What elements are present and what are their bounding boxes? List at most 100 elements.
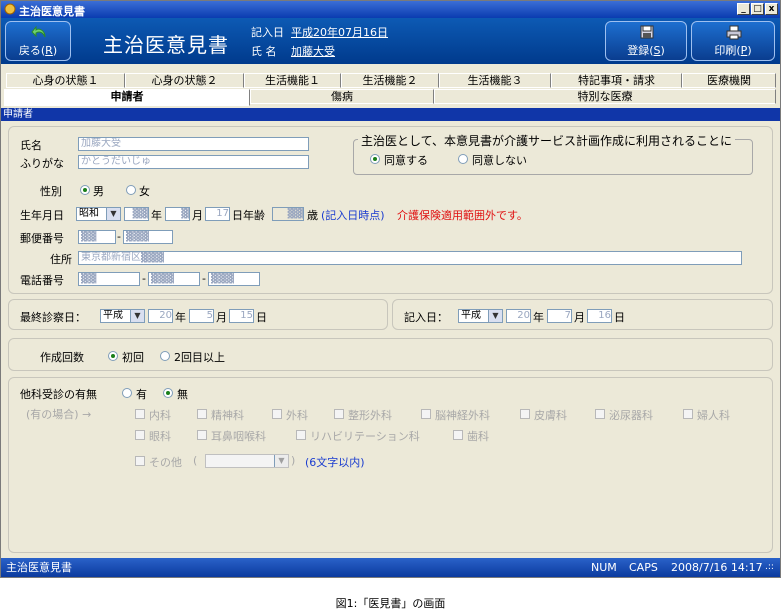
write-date-label: 記入日： — [404, 311, 448, 324]
gender-female-label: 女 — [139, 185, 150, 198]
back-label-end: ) — [52, 44, 58, 57]
other-dept-label: 他科受診の有無 — [20, 388, 97, 401]
status-caps: CAPS — [629, 561, 658, 574]
write-era-select[interactable]: 平成 ▼ — [458, 309, 503, 323]
dept-other-checkbox[interactable] — [135, 456, 145, 466]
app-title: 主治医意見書 — [103, 33, 229, 57]
other-dept-panel: 他科受診の有無 有 無 (有の場合) → 内科 精神科 外科 整形外科 脳神経外… — [8, 377, 773, 553]
tab-life-function-2[interactable]: 生活機能２ — [341, 73, 439, 88]
age-display: ▓▓ — [272, 207, 304, 221]
dept-other-select[interactable]: ▼ — [205, 454, 289, 468]
chevron-down-icon: ▼ — [488, 310, 502, 322]
consent-agree-radio[interactable] — [370, 154, 380, 164]
other-dept-note: (有の場合) → — [26, 408, 92, 421]
gender-female-radio[interactable] — [126, 185, 136, 195]
birth-month-input[interactable]: ▓ — [165, 207, 190, 221]
last-exam-era-select[interactable]: 平成 ▼ — [100, 309, 145, 323]
write-month-input[interactable]: 7 — [547, 309, 572, 323]
phone-1-input[interactable]: ▓▓ — [78, 272, 140, 286]
postal-code-1-input[interactable]: ▓▓ — [78, 230, 116, 244]
last-exam-year-label: 年 — [175, 311, 186, 324]
other-dept-no-radio[interactable] — [163, 388, 173, 398]
last-exam-year-input[interactable]: 20 — [148, 309, 173, 323]
tab-special-medical[interactable]: 特別な医療 — [434, 89, 776, 104]
write-era-value: 平成 — [461, 310, 481, 321]
dept-ophthalmology-label: 眼科 — [149, 430, 171, 443]
kana-input[interactable]: かとうだいじゅ — [78, 155, 309, 169]
birth-year-input[interactable]: ▓▓ — [124, 207, 149, 221]
consent-group: 主治医として、本意見書が介護サービス計画作成に利用されることに 同意する 同意し… — [353, 132, 753, 175]
maximize-button[interactable]: □ — [751, 3, 764, 15]
close-button[interactable]: x — [765, 3, 778, 15]
dept-orthopedics-label: 整形外科 — [348, 409, 392, 422]
creation-first-radio[interactable] — [108, 351, 118, 361]
resize-grip-icon[interactable]: .:: — [765, 558, 774, 577]
phone-3-input[interactable]: ▓▓▓ — [208, 272, 260, 286]
write-year-label: 年 — [533, 311, 544, 324]
address-input[interactable]: 東京都新宿区▓▓▓ — [78, 251, 742, 265]
creation-second-label: 2回目以上 — [174, 351, 225, 364]
write-day-input[interactable]: 16 — [587, 309, 612, 323]
last-exam-label: 最終診察日： — [20, 311, 86, 324]
dept-urology-checkbox[interactable] — [595, 409, 605, 419]
dept-ent-checkbox[interactable] — [197, 430, 207, 440]
dept-dentistry-checkbox[interactable] — [453, 430, 463, 440]
tab-applicant[interactable]: 申請者 — [4, 89, 250, 106]
last-exam-month-input[interactable]: 5 — [189, 309, 214, 323]
print-button[interactable]: 印刷(P) — [691, 21, 775, 61]
back-arrow-icon — [31, 25, 46, 38]
tab-disease[interactable]: 傷病 — [250, 89, 434, 104]
gender-male-radio[interactable] — [80, 185, 90, 195]
consent-legend: 主治医として、本意見書が介護サービス計画作成に利用されることに — [358, 132, 736, 149]
title-bar: 主治医意見書 _ □ x — [1, 1, 780, 18]
dept-rehabilitation-checkbox[interactable] — [296, 430, 306, 440]
creation-second-radio[interactable] — [160, 351, 170, 361]
register-button[interactable]: 登録(S) — [605, 21, 687, 61]
name-label: 氏名 — [20, 139, 42, 152]
last-exam-era-value: 平成 — [103, 310, 123, 321]
print-label-end: ) — [747, 44, 752, 57]
section-header: 申請者 — [1, 108, 780, 121]
app-window: 主治医意見書 _ □ x 戻る(R) 主治医意見書 記入日 平成20年07月16… — [0, 0, 781, 578]
tab-mental-physical-1[interactable]: 心身の状態１ — [6, 73, 125, 88]
birth-era-select[interactable]: 昭和 ▼ — [76, 207, 121, 221]
dept-psychiatry-checkbox[interactable] — [197, 409, 207, 419]
chevron-down-icon: ▼ — [106, 208, 120, 220]
write-date-panel: 記入日： 平成 ▼ 20 年 7 月 16 日 — [392, 299, 773, 330]
other-dept-yes-radio[interactable] — [122, 388, 132, 398]
tab-life-function-1[interactable]: 生活機能１ — [244, 73, 341, 88]
dept-dermatology-checkbox[interactable] — [520, 409, 530, 419]
birth-day-input[interactable]: 17 — [205, 207, 230, 221]
consent-disagree-radio[interactable] — [458, 154, 468, 164]
chevron-down-icon: ▼ — [130, 310, 144, 322]
tab-special-notes[interactable]: 特記事項・請求 — [551, 73, 682, 88]
applicant-panel: 氏名 加藤大受 ふりがな かとうだいじゅ 主治医として、本意見書が介護サービス計… — [8, 126, 773, 294]
postal-label: 郵便番号 — [20, 232, 64, 245]
write-year-input[interactable]: 20 — [506, 309, 531, 323]
printer-icon — [726, 25, 742, 40]
back-button[interactable]: 戻る(R) — [5, 21, 71, 61]
figure-caption: 図1:「医見書」の画面 — [335, 597, 446, 610]
tab-medical-institution[interactable]: 医療機関 — [682, 73, 776, 88]
postal-code-2-input[interactable]: ▓▓▓ — [123, 230, 173, 244]
tab-life-function-3[interactable]: 生活機能３ — [439, 73, 551, 88]
dept-neurosurgery-checkbox[interactable] — [421, 409, 431, 419]
dept-orthopedics-checkbox[interactable] — [334, 409, 344, 419]
dept-surgery-checkbox[interactable] — [272, 409, 282, 419]
age-unit: 歳 — [307, 209, 318, 222]
last-exam-day-input[interactable]: 15 — [229, 309, 254, 323]
paren-open: ( — [193, 454, 198, 467]
dept-ophthalmology-checkbox[interactable] — [135, 430, 145, 440]
phone-2-input[interactable]: ▓▓▓ — [148, 272, 200, 286]
write-month-label: 月 — [574, 311, 585, 324]
tab-mental-physical-2[interactable]: 心身の状態２ — [125, 73, 244, 88]
app-icon — [4, 3, 16, 15]
status-datetime: 2008/7/16 14:17 — [671, 561, 763, 574]
consent-disagree-label: 同意しない — [472, 154, 527, 167]
name-input[interactable]: 加藤大受 — [78, 137, 309, 151]
minimize-button[interactable]: _ — [737, 3, 750, 15]
entry-date-label: 記入日 — [251, 26, 284, 39]
dept-gynecology-checkbox[interactable] — [683, 409, 693, 419]
dept-internal-checkbox[interactable] — [135, 409, 145, 419]
dept-surgery-label: 外科 — [286, 409, 308, 422]
